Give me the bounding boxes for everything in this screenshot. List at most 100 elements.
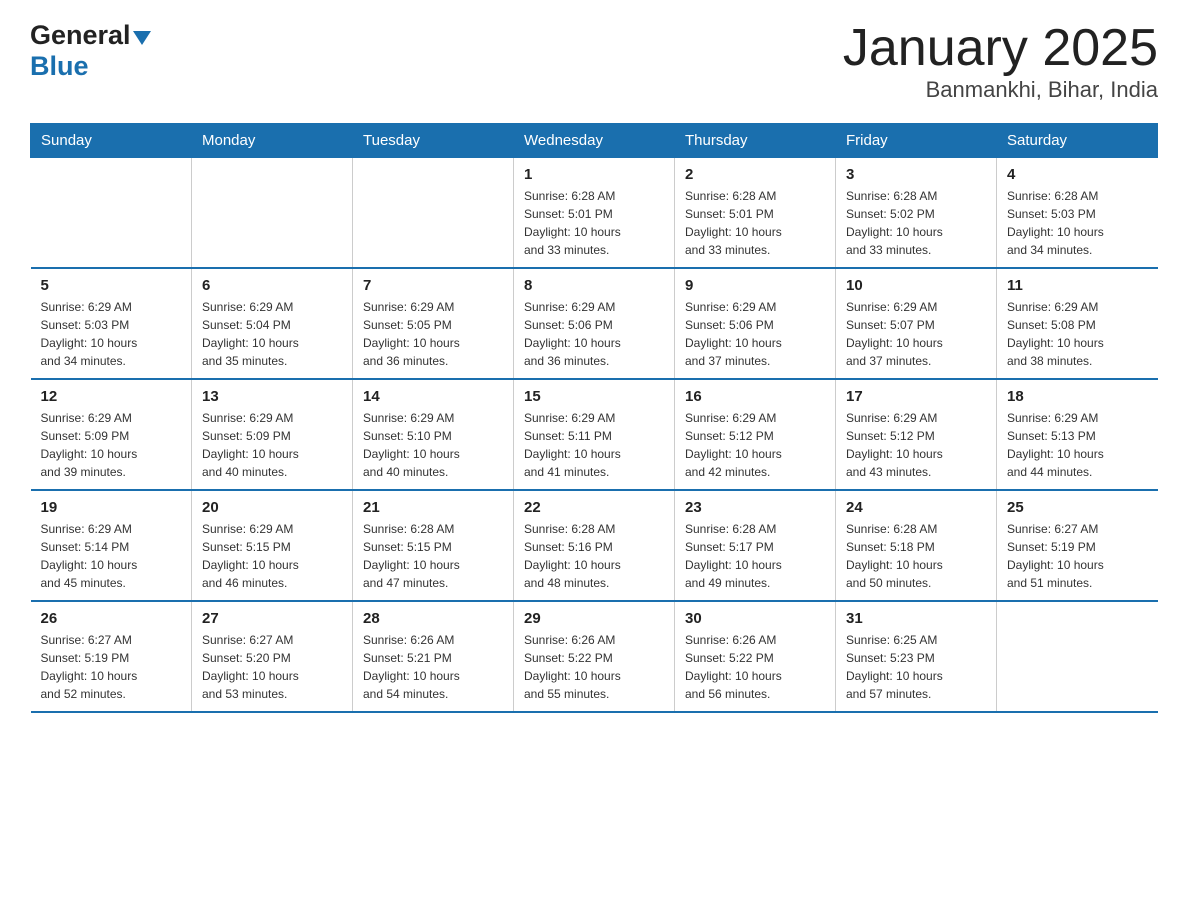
day-info: Sunrise: 6:28 AM Sunset: 5:02 PM Dayligh… bbox=[846, 187, 986, 259]
day-info: Sunrise: 6:29 AM Sunset: 5:12 PM Dayligh… bbox=[846, 409, 986, 481]
day-info: Sunrise: 6:28 AM Sunset: 5:01 PM Dayligh… bbox=[524, 187, 664, 259]
day-number: 7 bbox=[363, 277, 503, 294]
day-number: 27 bbox=[202, 610, 342, 627]
calendar-cell: 10 Sunrise: 6:29 AM Sunset: 5:07 PM Dayli… bbox=[836, 268, 997, 379]
day-number: 10 bbox=[846, 277, 986, 294]
calendar-cell: 5Sunrise: 6:29 AM Sunset: 5:03 PM Daylig… bbox=[31, 268, 192, 379]
calendar-cell: 2Sunrise: 6:28 AM Sunset: 5:01 PM Daylig… bbox=[675, 158, 836, 269]
calendar-cell bbox=[353, 158, 514, 269]
day-info: Sunrise: 6:29 AM Sunset: 5:14 PM Dayligh… bbox=[41, 520, 182, 592]
calendar-cell: 11Sunrise: 6:29 AM Sunset: 5:08 PM Dayli… bbox=[997, 268, 1158, 379]
day-info: Sunrise: 6:29 AM Sunset: 5:09 PM Dayligh… bbox=[202, 409, 342, 481]
calendar-cell: 12 Sunrise: 6:29 AM Sunset: 5:09 PM Dayli… bbox=[31, 379, 192, 490]
calendar-cell: 18Sunrise: 6:29 AM Sunset: 5:13 PM Dayli… bbox=[997, 379, 1158, 490]
calendar-cell: 24 Sunrise: 6:28 AM Sunset: 5:18 PM Dayli… bbox=[836, 490, 997, 601]
day-number: 25 bbox=[1007, 499, 1148, 516]
calendar-table: SundayMondayTuesdayWednesdayThursdayFrid… bbox=[30, 123, 1158, 713]
day-info: Sunrise: 6:28 AM Sunset: 5:03 PM Dayligh… bbox=[1007, 187, 1148, 259]
logo-general-text: General bbox=[30, 20, 131, 50]
day-info: Sunrise: 6:29 AM Sunset: 5:15 PM Dayligh… bbox=[202, 520, 342, 592]
calendar-cell: 27 Sunrise: 6:27 AM Sunset: 5:20 PM Dayli… bbox=[192, 601, 353, 712]
day-info: Sunrise: 6:26 AM Sunset: 5:22 PM Dayligh… bbox=[524, 631, 664, 703]
title-section: January 2025 Banmankhi, Bihar, India bbox=[843, 20, 1158, 103]
weekday-header-tuesday: Tuesday bbox=[353, 124, 514, 158]
page-header: General Blue January 2025 Banmankhi, Bih… bbox=[30, 20, 1158, 103]
weekday-header-friday: Friday bbox=[836, 124, 997, 158]
day-info: Sunrise: 6:27 AM Sunset: 5:19 PM Dayligh… bbox=[41, 631, 182, 703]
day-info: Sunrise: 6:29 AM Sunset: 5:06 PM Dayligh… bbox=[524, 298, 664, 370]
day-number: 13 bbox=[202, 388, 342, 405]
logo-blue-text: Blue bbox=[30, 51, 89, 81]
day-number: 29 bbox=[524, 610, 664, 627]
day-number: 19 bbox=[41, 499, 182, 516]
calendar-cell: 14 Sunrise: 6:29 AM Sunset: 5:10 PM Dayli… bbox=[353, 379, 514, 490]
day-info: Sunrise: 6:29 AM Sunset: 5:09 PM Dayligh… bbox=[41, 409, 182, 481]
day-info: Sunrise: 6:28 AM Sunset: 5:15 PM Dayligh… bbox=[363, 520, 503, 592]
calendar-cell: 22Sunrise: 6:28 AM Sunset: 5:16 PM Dayli… bbox=[514, 490, 675, 601]
weekday-header-monday: Monday bbox=[192, 124, 353, 158]
location-title: Banmankhi, Bihar, India bbox=[843, 77, 1158, 103]
calendar-cell: 29 Sunrise: 6:26 AM Sunset: 5:22 PM Dayli… bbox=[514, 601, 675, 712]
month-title: January 2025 bbox=[843, 20, 1158, 77]
day-info: Sunrise: 6:27 AM Sunset: 5:20 PM Dayligh… bbox=[202, 631, 342, 703]
day-info: Sunrise: 6:29 AM Sunset: 5:04 PM Dayligh… bbox=[202, 298, 342, 370]
weekday-header-thursday: Thursday bbox=[675, 124, 836, 158]
calendar-cell: 4 Sunrise: 6:28 AM Sunset: 5:03 PM Daylig… bbox=[997, 158, 1158, 269]
calendar-cell: 28Sunrise: 6:26 AM Sunset: 5:21 PM Dayli… bbox=[353, 601, 514, 712]
day-number: 12 bbox=[41, 388, 182, 405]
day-number: 5 bbox=[41, 277, 182, 294]
day-info: Sunrise: 6:29 AM Sunset: 5:11 PM Dayligh… bbox=[524, 409, 664, 481]
logo: General Blue bbox=[30, 20, 151, 82]
calendar-cell bbox=[192, 158, 353, 269]
week-row-5: 26 Sunrise: 6:27 AM Sunset: 5:19 PM Dayli… bbox=[31, 601, 1158, 712]
logo-triangle-icon bbox=[133, 31, 151, 45]
day-number: 28 bbox=[363, 610, 503, 627]
day-info: Sunrise: 6:28 AM Sunset: 5:18 PM Dayligh… bbox=[846, 520, 986, 592]
day-number: 2 bbox=[685, 166, 825, 183]
day-number: 1 bbox=[524, 166, 664, 183]
day-number: 31 bbox=[846, 610, 986, 627]
day-number: 23 bbox=[685, 499, 825, 516]
calendar-cell: 3 Sunrise: 6:28 AM Sunset: 5:02 PM Daylig… bbox=[836, 158, 997, 269]
calendar-cell: 9Sunrise: 6:29 AM Sunset: 5:06 PM Daylig… bbox=[675, 268, 836, 379]
day-number: 16 bbox=[685, 388, 825, 405]
day-info: Sunrise: 6:29 AM Sunset: 5:10 PM Dayligh… bbox=[363, 409, 503, 481]
day-number: 4 bbox=[1007, 166, 1148, 183]
day-info: Sunrise: 6:29 AM Sunset: 5:12 PM Dayligh… bbox=[685, 409, 825, 481]
day-info: Sunrise: 6:26 AM Sunset: 5:22 PM Dayligh… bbox=[685, 631, 825, 703]
weekday-header-saturday: Saturday bbox=[997, 124, 1158, 158]
week-row-3: 12 Sunrise: 6:29 AM Sunset: 5:09 PM Dayli… bbox=[31, 379, 1158, 490]
day-number: 17 bbox=[846, 388, 986, 405]
week-row-2: 5Sunrise: 6:29 AM Sunset: 5:03 PM Daylig… bbox=[31, 268, 1158, 379]
calendar-cell: 17 Sunrise: 6:29 AM Sunset: 5:12 PM Dayli… bbox=[836, 379, 997, 490]
weekday-header-wednesday: Wednesday bbox=[514, 124, 675, 158]
calendar-cell bbox=[997, 601, 1158, 712]
day-number: 15 bbox=[524, 388, 664, 405]
day-number: 8 bbox=[524, 277, 664, 294]
calendar-cell: 26 Sunrise: 6:27 AM Sunset: 5:19 PM Dayli… bbox=[31, 601, 192, 712]
day-info: Sunrise: 6:25 AM Sunset: 5:23 PM Dayligh… bbox=[846, 631, 986, 703]
calendar-cell: 13 Sunrise: 6:29 AM Sunset: 5:09 PM Dayli… bbox=[192, 379, 353, 490]
day-number: 26 bbox=[41, 610, 182, 627]
weekday-header-sunday: Sunday bbox=[31, 124, 192, 158]
day-number: 9 bbox=[685, 277, 825, 294]
day-number: 14 bbox=[363, 388, 503, 405]
calendar-cell: 30Sunrise: 6:26 AM Sunset: 5:22 PM Dayli… bbox=[675, 601, 836, 712]
day-info: Sunrise: 6:29 AM Sunset: 5:08 PM Dayligh… bbox=[1007, 298, 1148, 370]
calendar-cell: 6 Sunrise: 6:29 AM Sunset: 5:04 PM Daylig… bbox=[192, 268, 353, 379]
day-info: Sunrise: 6:29 AM Sunset: 5:05 PM Dayligh… bbox=[363, 298, 503, 370]
weekday-header-row: SundayMondayTuesdayWednesdayThursdayFrid… bbox=[31, 124, 1158, 158]
day-number: 3 bbox=[846, 166, 986, 183]
day-number: 24 bbox=[846, 499, 986, 516]
calendar-cell: 31 Sunrise: 6:25 AM Sunset: 5:23 PM Dayli… bbox=[836, 601, 997, 712]
logo-line2: Blue bbox=[30, 51, 89, 82]
calendar-cell: 15 Sunrise: 6:29 AM Sunset: 5:11 PM Dayli… bbox=[514, 379, 675, 490]
calendar-cell: 23Sunrise: 6:28 AM Sunset: 5:17 PM Dayli… bbox=[675, 490, 836, 601]
day-number: 18 bbox=[1007, 388, 1148, 405]
calendar-cell: 1 Sunrise: 6:28 AM Sunset: 5:01 PM Daylig… bbox=[514, 158, 675, 269]
day-info: Sunrise: 6:29 AM Sunset: 5:07 PM Dayligh… bbox=[846, 298, 986, 370]
day-number: 20 bbox=[202, 499, 342, 516]
calendar-cell: 21Sunrise: 6:28 AM Sunset: 5:15 PM Dayli… bbox=[353, 490, 514, 601]
day-number: 6 bbox=[202, 277, 342, 294]
calendar-cell bbox=[31, 158, 192, 269]
